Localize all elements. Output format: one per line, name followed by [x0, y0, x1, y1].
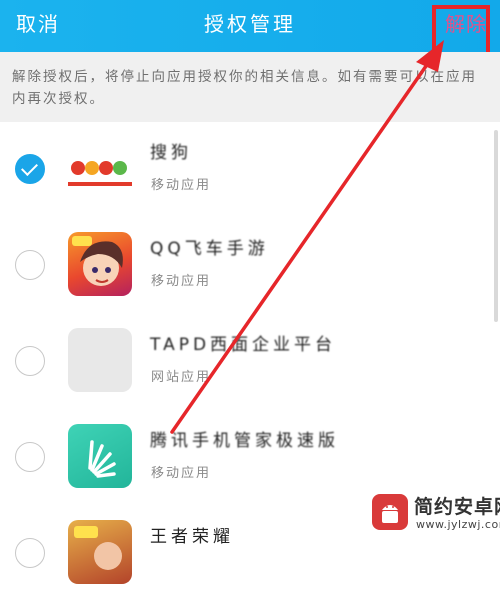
checkbox-unchecked[interactable]: [15, 538, 45, 568]
watermark: 简约安卓网 www.jylzwj.com: [372, 492, 500, 538]
android-logo-icon: [372, 494, 408, 530]
annotation-arrow: [170, 40, 444, 434]
watermark-title: 简约安卓网: [414, 496, 500, 518]
watermark-url: www.jylzwj.com: [416, 518, 500, 531]
